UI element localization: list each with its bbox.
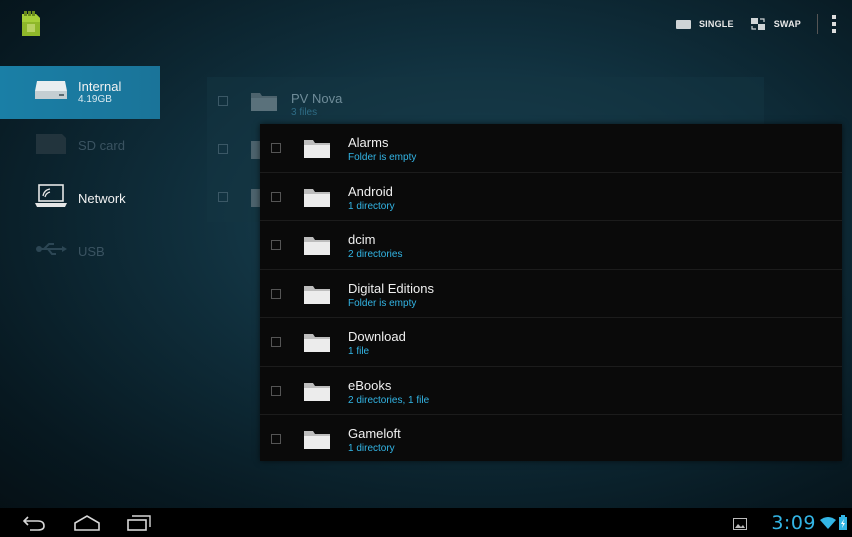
- folder-meta: 2 directories: [348, 249, 403, 260]
- sidebar-item-usb[interactable]: USB: [0, 225, 160, 278]
- folder-name: eBooks: [348, 377, 392, 393]
- sd-card-app-icon[interactable]: [20, 10, 42, 38]
- sidebar-item-sd-card[interactable]: SD card: [0, 119, 160, 172]
- sidebar-item-label: Internal: [78, 78, 122, 94]
- clock: 3:09: [771, 512, 816, 534]
- folder-icon: [249, 91, 279, 118]
- list-item[interactable]: Download 1 file: [260, 318, 842, 367]
- sidebar: Internal 4.19GB SD card Network USB: [0, 66, 160, 278]
- checkbox[interactable]: [218, 192, 228, 202]
- folder-meta: Folder is empty: [348, 297, 417, 309]
- folder-meta: 1 directory: [348, 200, 395, 212]
- folder-name: PV Nova: [291, 91, 343, 106]
- checkbox[interactable]: [271, 143, 281, 153]
- usb-icon: [34, 241, 68, 262]
- folder-meta: 3 files: [291, 107, 318, 118]
- folder-meta: 2 directories, 1 file: [348, 394, 430, 406]
- action-bar-divider: [817, 14, 818, 34]
- single-button[interactable]: SINGLE: [675, 19, 734, 29]
- sd-card-icon: [34, 130, 68, 161]
- checkbox[interactable]: [271, 288, 281, 299]
- gallery-notification-icon[interactable]: [733, 517, 747, 535]
- checkbox[interactable]: [218, 96, 228, 106]
- file-list-panel: Alarms Folder is empty Android 1 directo…: [260, 124, 842, 461]
- swap-label: SWAP: [773, 19, 801, 29]
- checkbox[interactable]: [271, 337, 281, 347]
- action-bar: SINGLE SWAP: [0, 0, 852, 48]
- system-nav-bar: 3:09: [0, 508, 852, 537]
- folder-icon: [302, 332, 332, 359]
- list-item[interactable]: Alarms Folder is empty: [260, 124, 842, 173]
- home-icon[interactable]: [73, 514, 101, 532]
- list-item[interactable]: Gameloft 1 directory: [260, 415, 842, 464]
- folder-name: Gameloft: [348, 426, 401, 441]
- checkbox[interactable]: [218, 144, 228, 154]
- battery-icon: [839, 515, 847, 535]
- wifi-icon: [820, 516, 836, 534]
- list-item[interactable]: dcim 2 directories: [260, 221, 842, 270]
- folder-name: Alarms: [348, 135, 389, 150]
- list-item[interactable]: Digital Editions Folder is empty: [260, 270, 842, 318]
- list-item[interactable]: PV Nova 3 files: [207, 77, 764, 125]
- folder-icon: [302, 284, 332, 311]
- swap-icon: [750, 17, 766, 31]
- folder-name: Android: [348, 183, 393, 199]
- checkbox[interactable]: [271, 434, 281, 444]
- sidebar-item-sub: 4.19GB: [78, 93, 112, 105]
- folder-icon: [302, 187, 332, 214]
- folder-name: Digital Editions: [348, 280, 434, 296]
- folder-icon: [302, 235, 332, 262]
- back-icon[interactable]: [22, 514, 46, 532]
- folder-icon: [302, 429, 332, 456]
- internal-storage-icon: [34, 79, 68, 106]
- sidebar-item-internal[interactable]: Internal 4.19GB: [0, 66, 160, 119]
- sidebar-item-label: Network: [78, 190, 126, 206]
- single-pane-icon: [675, 19, 691, 29]
- screen: SINGLE SWAP Internal 4.19GB SD card Netw…: [0, 0, 852, 537]
- swap-button[interactable]: SWAP: [750, 17, 801, 31]
- sidebar-item-label: SD card: [78, 137, 125, 153]
- laptop-icon: [34, 184, 68, 213]
- single-label: SINGLE: [698, 19, 734, 29]
- folder-meta: Folder is empty: [348, 152, 417, 163]
- folder-name: Download: [348, 329, 406, 344]
- overflow-menu-icon[interactable]: [832, 15, 836, 33]
- folder-icon: [302, 381, 332, 408]
- recent-apps-icon[interactable]: [126, 514, 152, 532]
- checkbox[interactable]: [271, 191, 281, 202]
- checkbox[interactable]: [271, 385, 281, 396]
- sidebar-item-network[interactable]: Network: [0, 172, 160, 225]
- list-item[interactable]: Android 1 directory: [260, 173, 842, 221]
- sidebar-item-label: USB: [78, 243, 105, 259]
- folder-meta: 1 file: [348, 346, 370, 357]
- folder-meta: 1 directory: [348, 443, 395, 454]
- folder-name: dcim: [348, 232, 376, 247]
- folder-icon: [302, 138, 332, 165]
- checkbox[interactable]: [271, 240, 281, 250]
- list-item[interactable]: eBooks 2 directories, 1 file: [260, 367, 842, 415]
